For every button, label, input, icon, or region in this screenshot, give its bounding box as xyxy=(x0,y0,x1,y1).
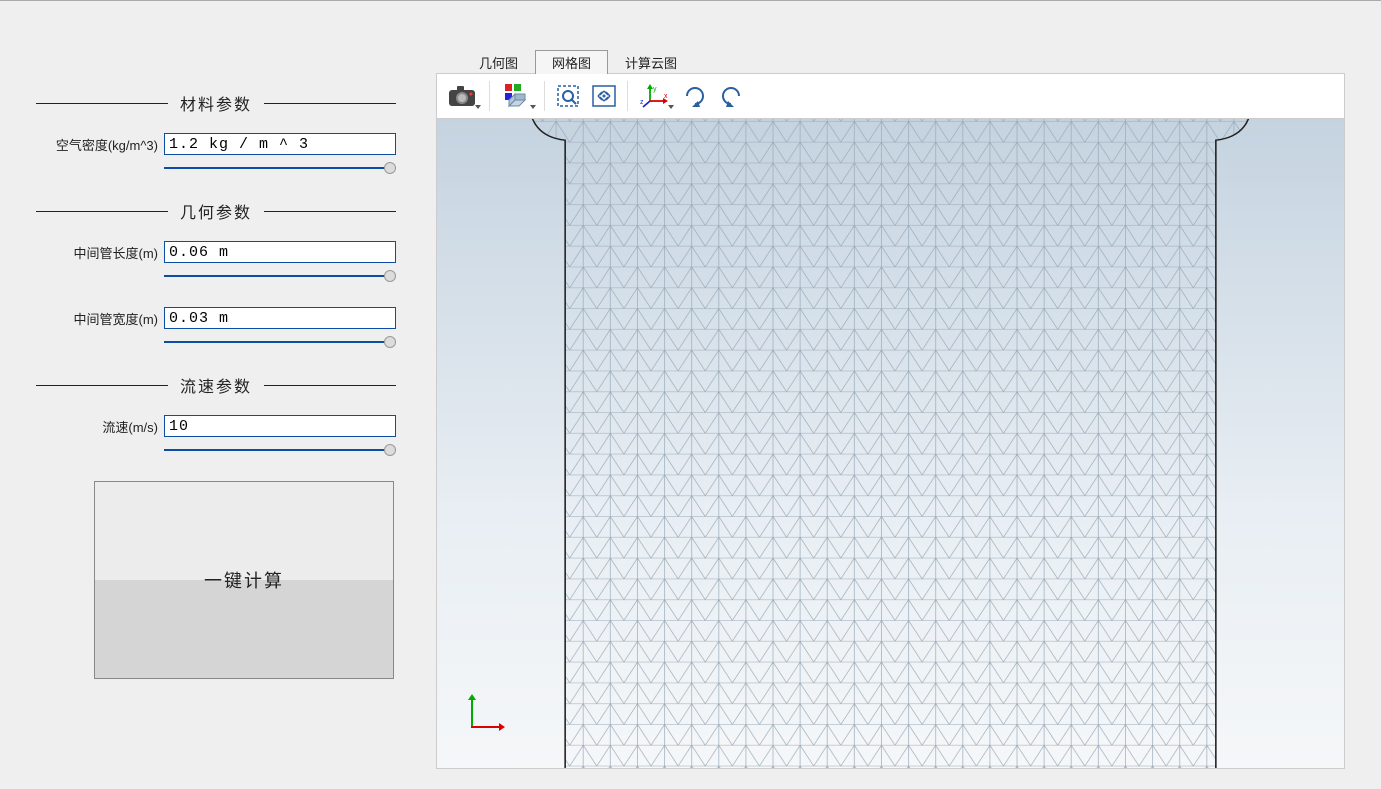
graphics-viewport[interactable] xyxy=(436,119,1345,769)
calculate-button-label: 一键计算 xyxy=(204,567,284,593)
air-density-input[interactable] xyxy=(164,133,396,155)
pipe-width-label: 中间管宽度(m) xyxy=(36,309,158,328)
pipe-width-input[interactable] xyxy=(164,307,396,329)
svg-text:x: x xyxy=(664,93,668,100)
axis-gizmo xyxy=(461,698,501,738)
main-panel: 几何图 网格图 计算云图 xyxy=(436,51,1345,769)
zoom-extents-button[interactable] xyxy=(587,77,621,115)
camera-icon xyxy=(448,85,476,107)
mesh-geometry xyxy=(529,119,1252,769)
slider-thumb[interactable] xyxy=(384,444,396,456)
rotate-ccw-icon xyxy=(718,83,744,109)
slider-track xyxy=(164,275,396,277)
divider xyxy=(36,103,168,104)
slider-thumb[interactable] xyxy=(384,336,396,348)
slider-thumb[interactable] xyxy=(384,270,396,282)
section-title-material: 材料参数 xyxy=(180,91,252,115)
svg-text:y: y xyxy=(653,86,657,93)
section-geometry-heading: 几何参数 xyxy=(36,199,396,223)
rotate-ccw-button[interactable] xyxy=(714,77,748,115)
sidebar: 材料参数 空气密度(kg/m^3) 几何参数 中间管长度(m) 中间管宽度(m) xyxy=(36,51,396,769)
slider-track xyxy=(164,449,396,451)
divider xyxy=(36,385,168,386)
axes-orientation-button[interactable]: y x z xyxy=(634,77,676,115)
zoom-extents-icon xyxy=(591,84,617,108)
pipe-length-slider[interactable] xyxy=(164,267,396,285)
pipe-width-slider[interactable] xyxy=(164,333,396,351)
velocity-label: 流速(m/s) xyxy=(36,417,158,436)
slider-track xyxy=(164,167,396,169)
toolbar-separator xyxy=(544,81,545,111)
y-axis-icon xyxy=(471,700,473,728)
rotate-cw-icon xyxy=(682,83,708,109)
section-title-geometry: 几何参数 xyxy=(180,199,252,223)
calculate-button[interactable]: 一键计算 xyxy=(94,481,394,679)
x-axis-icon xyxy=(471,726,499,728)
toolbar-separator xyxy=(627,81,628,111)
param-pipe-width: 中间管宽度(m) xyxy=(36,307,396,329)
zoom-box-icon xyxy=(556,84,580,108)
divider xyxy=(264,211,396,212)
divider xyxy=(36,211,168,212)
param-pipe-length: 中间管长度(m) xyxy=(36,241,396,263)
air-density-label: 空气密度(kg/m^3) xyxy=(36,135,158,154)
tab-geometry[interactable]: 几何图 xyxy=(462,50,535,74)
slider-thumb[interactable] xyxy=(384,162,396,174)
air-density-slider[interactable] xyxy=(164,159,396,177)
velocity-slider[interactable] xyxy=(164,441,396,459)
pipe-length-label: 中间管长度(m) xyxy=(36,243,158,262)
section-velocity-heading: 流速参数 xyxy=(36,373,396,397)
svg-text:z: z xyxy=(640,99,644,106)
cube-options-icon xyxy=(505,84,529,108)
axes-icon: y x z xyxy=(640,83,670,109)
divider xyxy=(264,103,396,104)
dropdown-icon xyxy=(668,105,674,109)
toolbar-separator xyxy=(489,81,490,111)
snapshot-button[interactable] xyxy=(441,77,483,115)
velocity-input[interactable] xyxy=(164,415,396,437)
slider-track xyxy=(164,341,396,343)
section-material-heading: 材料参数 xyxy=(36,91,396,115)
dropdown-icon xyxy=(530,105,536,109)
dropdown-icon xyxy=(475,105,481,109)
graphics-options-button[interactable] xyxy=(496,77,538,115)
tab-strip: 几何图 网格图 计算云图 xyxy=(436,51,1345,73)
pipe-length-input[interactable] xyxy=(164,241,396,263)
divider xyxy=(264,385,396,386)
zoom-box-button[interactable] xyxy=(551,77,585,115)
graphics-toolbar: y x z xyxy=(436,73,1345,119)
param-air-density: 空气密度(kg/m^3) xyxy=(36,133,396,155)
section-title-velocity: 流速参数 xyxy=(180,373,252,397)
rotate-cw-button[interactable] xyxy=(678,77,712,115)
param-velocity: 流速(m/s) xyxy=(36,415,396,437)
tab-cloud[interactable]: 计算云图 xyxy=(608,50,694,74)
tab-mesh[interactable]: 网格图 xyxy=(535,50,608,74)
